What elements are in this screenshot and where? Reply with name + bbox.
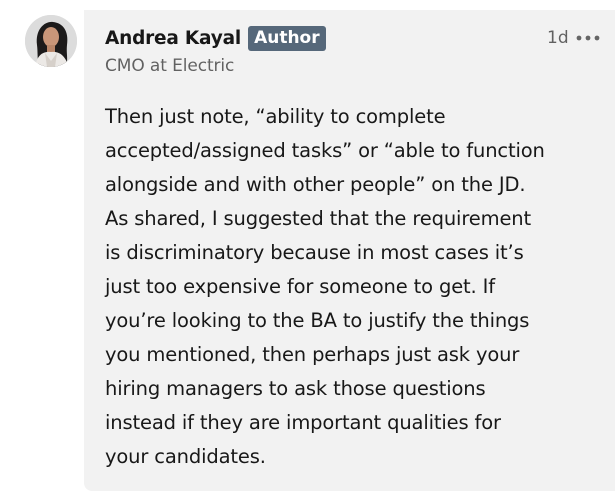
profile-photo — [25, 15, 77, 67]
comment-header: Andrea Kayal Author — [105, 24, 326, 52]
avatar[interactable] — [25, 15, 77, 67]
comment-bubble: Andrea Kayal Author CMO at Electric 1d T… — [84, 10, 615, 491]
comment-timestamp: 1d — [547, 28, 569, 48]
author-name-link[interactable]: Andrea Kayal — [105, 28, 241, 49]
ellipsis-horizontal-icon — [576, 35, 600, 41]
author-headline: CMO at Electric — [105, 56, 235, 76]
comment-meta: 1d — [547, 24, 611, 52]
comment-text: Then just note, “ability to complete acc… — [105, 105, 545, 468]
author-badge: Author — [248, 25, 326, 51]
more-options-button[interactable] — [575, 25, 611, 51]
